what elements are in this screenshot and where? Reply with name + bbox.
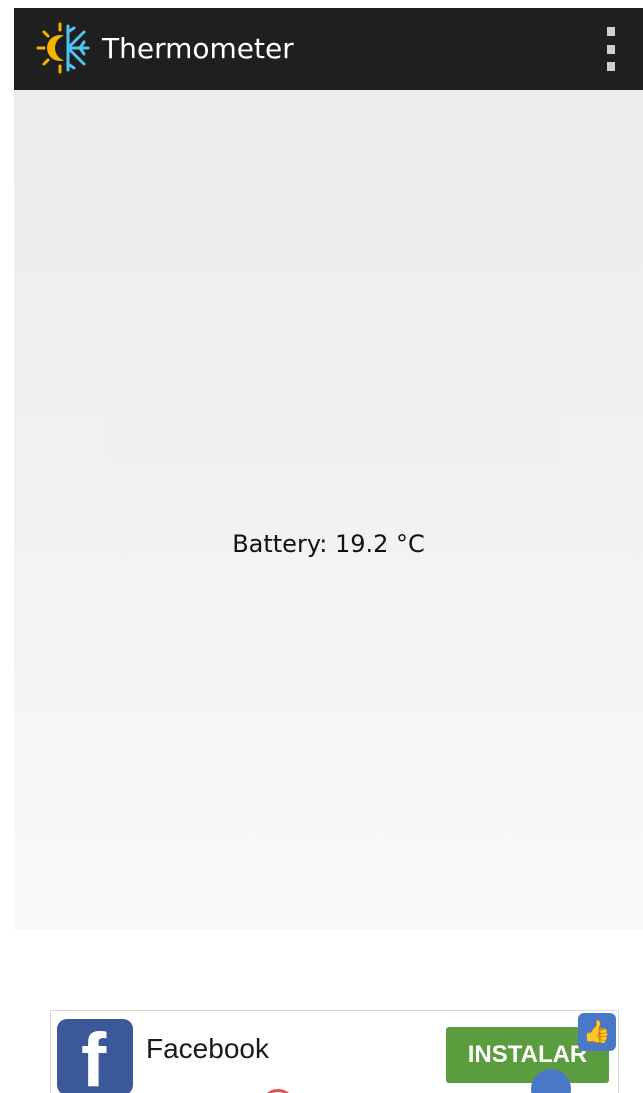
- battery-temperature-label: Battery: 19.2 °C: [232, 530, 425, 558]
- thumbs-up-icon: 👍: [578, 1013, 616, 1051]
- facebook-logo-icon[interactable]: f: [57, 1019, 133, 1093]
- main-content: Battery: 19.2 °C: [14, 90, 643, 930]
- facebook-f-glyph: f: [81, 1019, 107, 1093]
- screen: Thermometer Battery: 19.2 °C f Facebook …: [0, 0, 643, 1093]
- notification-icon: [261, 1089, 295, 1093]
- app-icon[interactable]: [34, 18, 94, 78]
- dot: [607, 27, 615, 36]
- dot: [607, 44, 615, 54]
- more-vert-icon[interactable]: [599, 27, 623, 71]
- blank-panel: [110, 318, 558, 460]
- sun-snowflake-icon: [36, 22, 90, 74]
- app-bar: Thermometer: [14, 8, 643, 90]
- dot: [607, 62, 615, 71]
- app-title: Thermometer: [102, 32, 294, 65]
- ad-app-name: Facebook: [146, 1033, 269, 1064]
- ad-banner[interactable]: f Facebook INSTALAR 👍: [50, 1010, 619, 1093]
